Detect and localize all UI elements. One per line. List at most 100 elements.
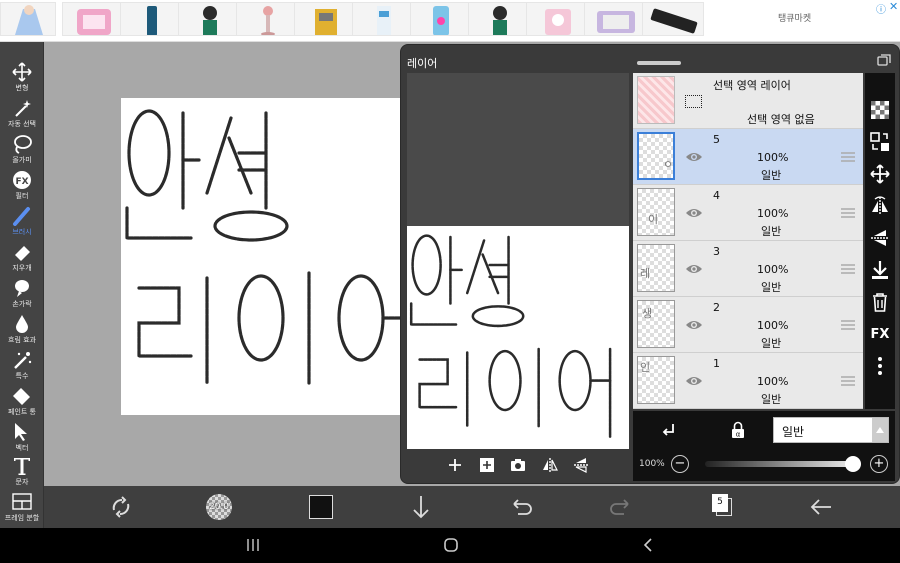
opacity-label: 100% bbox=[639, 459, 665, 469]
blend-mode-select[interactable]: 일반 bbox=[773, 417, 889, 443]
tool-label: 프레임 분할 bbox=[4, 514, 40, 522]
ad-banner[interactable]: 탱큐마켓 ⓘ ✕ bbox=[0, 0, 900, 42]
brush-size-button[interactable]: 20.0 bbox=[204, 492, 234, 522]
undo-icon[interactable] bbox=[506, 492, 536, 522]
layer-blend-mode: 일반 bbox=[761, 337, 782, 350]
selection-layer-row[interactable]: 선택 영역 레이어 선택 영역 없음 bbox=[633, 73, 863, 129]
tool-finger[interactable]: 손가락 bbox=[0, 278, 44, 309]
drag-grip-icon[interactable] bbox=[841, 375, 855, 387]
ad-product-image[interactable] bbox=[468, 2, 530, 36]
eye-icon[interactable] bbox=[685, 150, 703, 164]
transform-arrows-icon[interactable] bbox=[106, 492, 136, 522]
ad-product-image[interactable] bbox=[178, 2, 240, 36]
layer-opacity: 100% bbox=[757, 319, 789, 332]
tool-label: 문자 bbox=[15, 478, 29, 486]
flip-horizontal-icon[interactable] bbox=[541, 456, 559, 474]
home-icon[interactable] bbox=[442, 536, 460, 554]
tool-filter[interactable]: FX 필터 bbox=[0, 170, 44, 201]
flip-vertical-icon[interactable] bbox=[572, 456, 590, 474]
back-arrow-icon[interactable] bbox=[806, 492, 836, 522]
ad-product-image[interactable] bbox=[642, 2, 704, 36]
tool-auto-select[interactable]: 자동 선택 bbox=[0, 98, 44, 129]
ad-product-image[interactable] bbox=[236, 2, 298, 36]
clipping-icon[interactable] bbox=[659, 421, 677, 439]
panel-title: 레이어 bbox=[407, 57, 438, 70]
layer-number: 3 bbox=[713, 245, 720, 258]
tool-label: 올가미 bbox=[12, 156, 32, 164]
eye-icon[interactable] bbox=[685, 206, 703, 220]
ad-product-image[interactable] bbox=[294, 2, 356, 36]
fx-text-icon[interactable]: FX bbox=[869, 327, 891, 349]
ad-brand[interactable]: 탱큐마켓 bbox=[778, 11, 811, 24]
eye-icon[interactable] bbox=[685, 262, 703, 276]
download-arrow-icon[interactable] bbox=[406, 492, 436, 522]
ad-product-image[interactable] bbox=[584, 2, 646, 36]
preview-toolbar bbox=[407, 451, 629, 479]
back-icon[interactable] bbox=[640, 536, 658, 554]
tool-eraser[interactable]: 지우개 bbox=[0, 242, 44, 273]
preview-canvas bbox=[407, 226, 629, 449]
layer-count-button[interactable]: 5 bbox=[706, 492, 736, 522]
tool-frame-divide[interactable]: 프레임 분할 bbox=[0, 492, 44, 523]
redo-icon[interactable] bbox=[606, 492, 636, 522]
ad-product-image[interactable] bbox=[352, 2, 414, 36]
brush-size-value: 20.0 bbox=[208, 502, 230, 512]
eye-icon[interactable] bbox=[685, 374, 703, 388]
maximize-icon[interactable] bbox=[877, 54, 891, 66]
move-layer-icon[interactable] bbox=[869, 163, 891, 185]
flip-v-icon[interactable] bbox=[869, 227, 891, 249]
tool-blur[interactable]: 흐림 효과 bbox=[0, 314, 44, 345]
layer-row-4[interactable]: 이 4 100% 일반 bbox=[633, 185, 863, 241]
camera-icon[interactable] bbox=[509, 456, 527, 474]
layer-row-3[interactable]: 레 3 100% 일반 bbox=[633, 241, 863, 297]
layer-preview bbox=[407, 73, 629, 449]
transfer-icon[interactable] bbox=[869, 131, 891, 153]
tool-special[interactable]: 특수 bbox=[0, 350, 44, 381]
drag-handle[interactable] bbox=[637, 61, 681, 65]
ad-product-image[interactable] bbox=[62, 2, 124, 36]
drag-grip-icon[interactable] bbox=[841, 263, 855, 275]
tool-label: 브러시 bbox=[12, 228, 32, 236]
eye-icon[interactable] bbox=[685, 318, 703, 332]
alpha-lock-icon[interactable]: α bbox=[729, 421, 747, 439]
ad-product-image[interactable] bbox=[120, 2, 182, 36]
ad-product-image[interactable] bbox=[410, 2, 472, 36]
opacity-increase-button[interactable]: + bbox=[870, 455, 888, 473]
tool-brush[interactable]: 브러시 bbox=[0, 206, 44, 237]
left-toolbar: 변형 자동 선택 올가미 FX 필터 브러시 지우개 손가락 흐림 효과 특수 … bbox=[0, 42, 44, 528]
opacity-slider-thumb[interactable] bbox=[845, 456, 861, 472]
selection-layer-thumbnail bbox=[637, 76, 675, 124]
more-icon[interactable] bbox=[869, 355, 891, 377]
drawing-canvas[interactable] bbox=[121, 98, 438, 415]
drag-grip-icon[interactable] bbox=[841, 207, 855, 219]
drag-grip-icon[interactable] bbox=[841, 319, 855, 331]
tool-lasso[interactable]: 올가미 bbox=[0, 134, 44, 165]
tool-paint-bucket[interactable]: 페인트 통 bbox=[0, 386, 44, 417]
layer-row-2[interactable]: 생 2 100% 일반 bbox=[633, 297, 863, 353]
layer-number: 4 bbox=[713, 189, 720, 202]
svg-text:α: α bbox=[736, 431, 741, 439]
tool-vector[interactable]: 벡터 bbox=[0, 422, 44, 453]
info-icon[interactable]: ⓘ bbox=[876, 1, 886, 16]
merge-down-icon[interactable] bbox=[869, 259, 891, 281]
recent-apps-icon[interactable] bbox=[244, 536, 262, 554]
flip-h-icon[interactable] bbox=[869, 195, 891, 217]
ad-product-image[interactable] bbox=[0, 2, 56, 36]
drag-grip-icon[interactable] bbox=[841, 151, 855, 163]
opacity-slider[interactable] bbox=[705, 461, 855, 467]
trash-icon[interactable] bbox=[869, 291, 891, 313]
tool-text[interactable]: 문자 bbox=[0, 456, 44, 487]
layer-row-5[interactable]: ㅇ 5 100% 일반 bbox=[633, 129, 863, 185]
close-icon[interactable]: ✕ bbox=[889, 0, 898, 13]
ad-product-image[interactable] bbox=[526, 2, 588, 36]
opacity-decrease-button[interactable]: − bbox=[671, 455, 689, 473]
add-layer-box-icon[interactable] bbox=[478, 456, 496, 474]
checker-icon[interactable] bbox=[869, 99, 891, 121]
color-swatch[interactable] bbox=[306, 492, 336, 522]
add-layer-icon[interactable] bbox=[446, 456, 464, 474]
layer-row-1[interactable]: 인 1 100% 일반 bbox=[633, 353, 863, 409]
tool-transform[interactable]: 변형 bbox=[0, 62, 44, 93]
tool-label: 지우개 bbox=[12, 264, 32, 272]
layer-opacity: 100% bbox=[757, 207, 789, 220]
svg-text:FX: FX bbox=[15, 177, 28, 187]
